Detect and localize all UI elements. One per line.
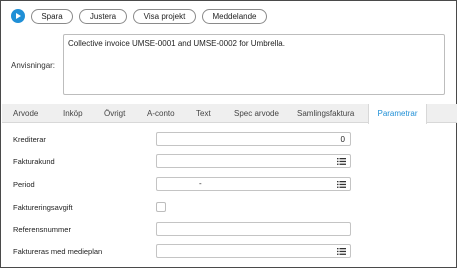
- save-button[interactable]: Spara: [31, 8, 73, 24]
- krediterar-label: Krediterar: [13, 135, 46, 144]
- referensnummer-field[interactable]: [156, 222, 351, 236]
- tab-inkop[interactable]: Inköp: [63, 104, 83, 123]
- referensnummer-label: Referensnummer: [13, 225, 71, 234]
- toolbar: Spara Justera Visa projekt Meddelande: [11, 8, 273, 24]
- period-label: Period: [13, 180, 35, 189]
- tab-ovrigt[interactable]: Övrigt: [104, 104, 125, 123]
- period-field[interactable]: -: [156, 177, 351, 191]
- krediterar-field[interactable]: 0: [156, 132, 351, 146]
- tab-spec-arvode[interactable]: Spec arvode: [234, 104, 279, 123]
- show-project-button[interactable]: Visa projekt: [133, 8, 196, 24]
- medieplan-field[interactable]: [156, 244, 351, 258]
- adjust-button[interactable]: Justera: [79, 8, 127, 24]
- fakturakund-label: Fakturakund: [13, 157, 55, 166]
- tab-text[interactable]: Text: [196, 104, 211, 123]
- list-icon[interactable]: [337, 181, 346, 188]
- tab-arvode[interactable]: Arvode: [13, 104, 38, 123]
- tab-a-conto[interactable]: A-conto: [147, 104, 175, 123]
- notes-textarea[interactable]: Collective invoice UMSE-0001 and UMSE-00…: [63, 34, 445, 95]
- tab-parametrar[interactable]: Parametrar: [368, 104, 427, 124]
- tab-bar: Arvode Inköp Övrigt A-conto Text Spec ar…: [2, 104, 457, 124]
- faktureringsavgift-label: Faktureringsavgift: [13, 203, 73, 212]
- notes-label: Anvisningar:: [11, 61, 56, 70]
- fakturakund-field[interactable]: [156, 154, 351, 168]
- window-frame: Spara Justera Visa projekt Meddelande An…: [0, 0, 457, 268]
- message-button[interactable]: Meddelande: [202, 8, 267, 24]
- faktureringsavgift-checkbox[interactable]: [156, 202, 166, 212]
- krediterar-value: 0: [340, 135, 345, 144]
- medieplan-label: Faktureras med medieplan: [13, 247, 103, 256]
- tab-samlingsfaktura[interactable]: Samlingsfaktura: [297, 104, 354, 123]
- list-icon[interactable]: [337, 158, 346, 165]
- play-icon[interactable]: [11, 9, 25, 23]
- period-separator: -: [199, 179, 202, 188]
- list-icon[interactable]: [337, 248, 346, 255]
